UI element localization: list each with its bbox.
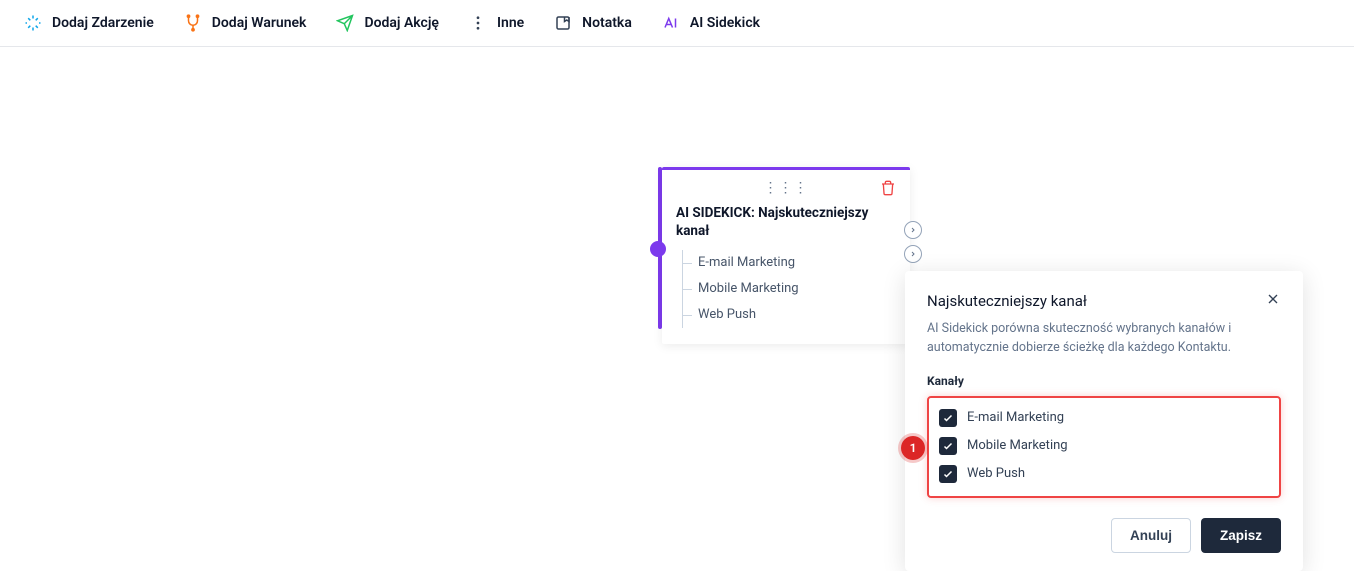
workflow-canvas[interactable]: ⋮⋮⋮ AI SIDEKICK: Najskuteczniejszy kanał…	[0, 47, 1354, 520]
toolbar-add-event-label: Dodaj Zdarzenie	[52, 15, 154, 31]
settings-popup: Najskuteczniejszy kanał AI Sidekick poró…	[905, 271, 1303, 571]
toolbar-note-label: Notatka	[582, 15, 632, 31]
node-channel-list: E-mail Marketing Mobile Marketing Web Pu…	[676, 250, 896, 328]
toolbar-add-condition-label: Dodaj Warunek	[212, 15, 307, 31]
toolbar-add-event[interactable]: Dodaj Zdarzenie	[24, 14, 154, 32]
step-badge: 1	[901, 436, 925, 460]
checkbox-checked[interactable]	[939, 465, 957, 483]
channel-label: Mobile Marketing	[967, 438, 1068, 453]
node-delete-button[interactable]	[880, 180, 896, 200]
workflow-node-ai-sidekick[interactable]: ⋮⋮⋮ AI SIDEKICK: Najskuteczniejszy kanał…	[662, 167, 910, 344]
branch-icon	[184, 14, 202, 32]
chevron-right-icon	[909, 250, 917, 258]
close-icon	[1265, 291, 1281, 307]
check-icon	[942, 412, 954, 424]
toolbar-note[interactable]: Notatka	[554, 14, 632, 32]
channel-option-mobile[interactable]: Mobile Marketing	[937, 432, 1271, 460]
node-drag-handle[interactable]: ⋮⋮⋮	[676, 180, 896, 196]
toolbar: Dodaj Zdarzenie Dodaj Warunek Dodaj Akcj…	[0, 0, 1354, 47]
trash-icon	[880, 180, 896, 196]
spark-icon	[24, 14, 42, 32]
popup-section-label: Kanały	[927, 374, 1281, 388]
toolbar-other-label: Inne	[497, 15, 524, 31]
note-icon	[554, 14, 572, 32]
chevron-right-icon	[909, 226, 917, 234]
check-icon	[942, 468, 954, 480]
channel-label: Web Push	[967, 466, 1025, 481]
send-icon	[336, 14, 354, 32]
popup-close-button[interactable]	[1265, 291, 1281, 310]
ai-icon	[662, 14, 680, 32]
popup-title: Najskuteczniejszy kanał	[927, 292, 1087, 310]
channel-label: E-mail Marketing	[967, 410, 1064, 425]
toolbar-other[interactable]: Inne	[469, 14, 524, 32]
check-icon	[942, 440, 954, 452]
popup-description: AI Sidekick porówna skuteczność wybranyc…	[927, 320, 1281, 358]
popup-header: Najskuteczniejszy kanał	[927, 291, 1281, 310]
save-button[interactable]: Zapisz	[1201, 518, 1281, 553]
dots-vertical-icon	[469, 14, 487, 32]
node-channel-item: E-mail Marketing	[676, 250, 896, 276]
toolbar-add-action[interactable]: Dodaj Akcję	[336, 14, 439, 32]
checkbox-checked[interactable]	[939, 409, 957, 427]
popup-footer: Anuluj Zapisz	[927, 518, 1281, 553]
node-output-port[interactable]	[904, 245, 922, 263]
toolbar-ai-sidekick-label: AI Sidekick	[690, 15, 760, 31]
checkbox-checked[interactable]	[939, 437, 957, 455]
toolbar-add-condition[interactable]: Dodaj Warunek	[184, 14, 307, 32]
channel-option-webpush[interactable]: Web Push	[937, 460, 1271, 488]
node-title: AI SIDEKICK: Najskuteczniejszy kanał	[676, 204, 896, 240]
toolbar-add-action-label: Dodaj Akcję	[364, 15, 439, 31]
channels-selection-box: 1 E-mail Marketing Mobile Marketing Web …	[927, 396, 1281, 498]
node-output-port[interactable]	[904, 221, 922, 239]
toolbar-ai-sidekick[interactable]: AI Sidekick	[662, 14, 760, 32]
node-channel-item: Mobile Marketing	[676, 276, 896, 302]
drag-dots-icon: ⋮⋮⋮	[764, 180, 809, 196]
node-channel-item: Web Push	[676, 302, 896, 328]
cancel-button[interactable]: Anuluj	[1111, 518, 1191, 553]
channel-option-email[interactable]: E-mail Marketing	[937, 404, 1271, 432]
node-input-port[interactable]	[650, 241, 666, 257]
